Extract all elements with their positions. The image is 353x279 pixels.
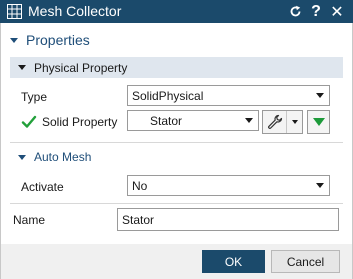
auto-mesh-section-header[interactable]: Auto Mesh <box>18 149 91 165</box>
collapse-caret-icon <box>18 65 26 70</box>
divider <box>10 203 343 204</box>
solid-property-label: Solid Property <box>42 115 118 129</box>
collapse-caret-icon <box>10 37 18 43</box>
mesh-collector-app-icon <box>7 4 22 19</box>
window-title: Mesh Collector <box>28 3 122 19</box>
title-bar: Mesh Collector ? ✕ <box>0 0 353 23</box>
reset-icon <box>290 5 300 17</box>
reset-button[interactable] <box>286 2 304 21</box>
green-down-arrow-icon <box>312 118 325 126</box>
activate-value: No <box>132 178 148 193</box>
cancel-button[interactable]: Cancel <box>271 250 340 273</box>
divider <box>10 142 343 143</box>
activate-label: Activate <box>21 180 64 194</box>
solid-property-dropdown[interactable]: Stator <box>127 110 259 131</box>
physical-property-section-header[interactable]: Physical Property <box>10 57 343 78</box>
help-button[interactable]: ? <box>307 2 325 21</box>
collapse-caret-icon <box>18 154 26 160</box>
ok-button[interactable]: OK <box>202 250 265 273</box>
name-field[interactable]: Stator <box>117 208 339 231</box>
wrench-icon <box>263 111 287 133</box>
type-value: SolidPhysical <box>132 88 204 103</box>
type-label: Type <box>21 90 48 104</box>
physical-property-label: Physical Property <box>34 60 128 75</box>
check-icon <box>21 115 37 128</box>
name-label: Name <box>13 213 46 227</box>
properties-section-header[interactable]: Properties <box>10 31 90 49</box>
auto-mesh-label: Auto Mesh <box>34 150 92 164</box>
chevron-down-icon <box>245 118 253 123</box>
chevron-down-icon[interactable] <box>287 120 302 124</box>
close-button[interactable]: ✕ <box>328 2 346 21</box>
activate-dropdown[interactable]: No <box>127 175 330 196</box>
type-dropdown[interactable]: SolidPhysical <box>127 85 330 106</box>
edit-property-button[interactable] <box>262 110 303 134</box>
properties-label: Properties <box>26 32 90 48</box>
chevron-down-icon <box>316 183 324 188</box>
chevron-down-icon <box>316 93 324 98</box>
solid-property-value: Stator <box>150 113 183 128</box>
expand-down-button[interactable] <box>307 110 330 134</box>
